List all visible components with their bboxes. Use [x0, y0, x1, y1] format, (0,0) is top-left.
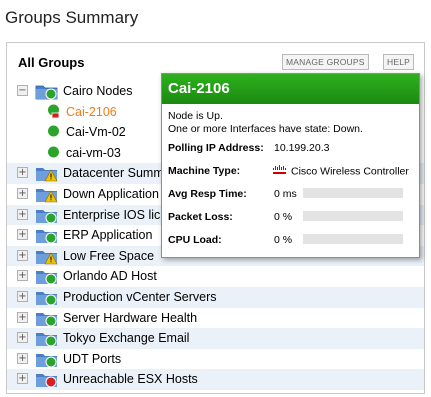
folder-up-icon — [36, 353, 57, 368]
group-label[interactable]: ERP Application — [63, 228, 152, 242]
expand-toggle[interactable]: + — [17, 229, 28, 241]
avg-resp-label: Avg Resp Time: — [168, 188, 247, 200]
group-row[interactable]: + Orlando AD Host — [7, 266, 424, 287]
expand-toggle[interactable]: + — [17, 208, 28, 220]
node-up-icon — [48, 146, 59, 158]
cpu-load-bar — [303, 234, 403, 244]
packet-loss-label: Packet Loss: — [168, 211, 233, 223]
expand-toggle[interactable]: + — [17, 332, 28, 344]
expand-toggle[interactable]: + — [17, 249, 28, 261]
polling-ip-value: 10.199.20.3 — [274, 142, 330, 154]
folder-warning-icon — [36, 168, 58, 182]
folder-up-icon — [36, 333, 57, 347]
group-label[interactable]: Unreachable ESX Hosts — [63, 372, 198, 386]
folder-up-icon — [36, 271, 57, 285]
machine-type-value: Cisco Wireless Controller — [291, 165, 409, 178]
cpu-load-value: 0 % — [274, 234, 293, 246]
tooltip-message: One or more Interfaces have state: Down. — [168, 123, 363, 135]
folder-up-icon — [36, 291, 57, 306]
expand-toggle[interactable]: + — [17, 373, 28, 385]
folder-warning-icon — [36, 188, 58, 203]
machine-type-row: Machine Type: Cisco Wireless Controller — [168, 159, 413, 182]
tooltip-message: Node is Up. — [168, 110, 223, 122]
node-label[interactable]: cai-vm-03 — [66, 146, 121, 160]
group-label[interactable]: Orlando AD Host — [63, 269, 157, 283]
group-label[interactable]: Production vCenter Servers — [63, 290, 217, 304]
folder-up-icon — [36, 312, 57, 327]
group-row[interactable]: + Production vCenter Servers — [7, 286, 424, 308]
page-title: Groups Summary — [5, 8, 139, 27]
folder-up-icon — [36, 230, 57, 244]
polling-ip-label: Polling IP Address: — [168, 142, 264, 154]
node-label[interactable]: Cai-2106 — [66, 105, 117, 119]
group-row[interactable]: + Unreachable ESX Hosts — [7, 369, 424, 390]
tooltip-title: Cai-2106 — [162, 74, 419, 104]
expand-toggle[interactable]: + — [17, 270, 28, 282]
expand-toggle[interactable]: + — [17, 311, 28, 323]
collapse-toggle[interactable]: − — [17, 85, 28, 96]
manage-groups-button[interactable]: MANAGE GROUPS — [282, 54, 369, 70]
expand-toggle[interactable]: + — [17, 352, 28, 364]
avg-resp-row: Avg Resp Time: 0 ms — [168, 182, 413, 205]
group-label[interactable]: Down Application — [63, 187, 159, 201]
packet-loss-value: 0 % — [274, 211, 293, 223]
cpu-load-label: CPU Load: — [168, 234, 222, 246]
folder-down-icon — [36, 374, 57, 388]
group-label[interactable]: Cairo Nodes — [63, 84, 132, 98]
expand-toggle[interactable]: + — [17, 167, 28, 179]
avg-resp-bar — [303, 188, 403, 198]
node-tooltip: Cai-2106 Node is Up. One or more Interfa… — [161, 73, 420, 258]
expand-toggle[interactable]: + — [17, 187, 28, 199]
group-label[interactable]: Enterprise IOS lic — [63, 208, 160, 222]
machine-type-label: Machine Type: — [168, 165, 241, 177]
node-up-warning-icon — [48, 104, 60, 118]
folder-status-icon — [35, 85, 58, 100]
help-button[interactable]: HELP — [383, 54, 415, 70]
group-label[interactable]: UDT Ports — [63, 352, 121, 366]
group-label[interactable]: Server Hardware Health — [63, 311, 197, 325]
group-row[interactable]: + Server Hardware Health — [7, 308, 424, 329]
group-label[interactable]: Tokyo Exchange Email — [63, 331, 189, 345]
packet-loss-row: Packet Loss: 0 % — [168, 205, 413, 228]
folder-warning-icon — [36, 250, 58, 265]
node-up-icon — [48, 125, 59, 137]
group-row[interactable]: + UDT Ports — [7, 349, 424, 370]
group-label[interactable]: Datacenter Summ — [63, 166, 164, 180]
group-label[interactable]: Low Free Space — [63, 249, 154, 263]
expand-toggle[interactable]: + — [17, 290, 28, 302]
polling-ip-row: Polling IP Address: 10.199.20.3 — [168, 136, 413, 159]
cpu-load-row: CPU Load: 0 % — [168, 228, 413, 251]
panel-title: All Groups — [18, 55, 85, 70]
node-label[interactable]: Cai-Vm-02 — [66, 125, 126, 139]
cisco-logo-icon — [272, 165, 288, 178]
folder-up-icon — [36, 209, 57, 224]
avg-resp-value: 0 ms — [274, 188, 297, 200]
packet-loss-bar — [303, 211, 403, 221]
group-row[interactable]: + Tokyo Exchange Email — [7, 328, 424, 349]
